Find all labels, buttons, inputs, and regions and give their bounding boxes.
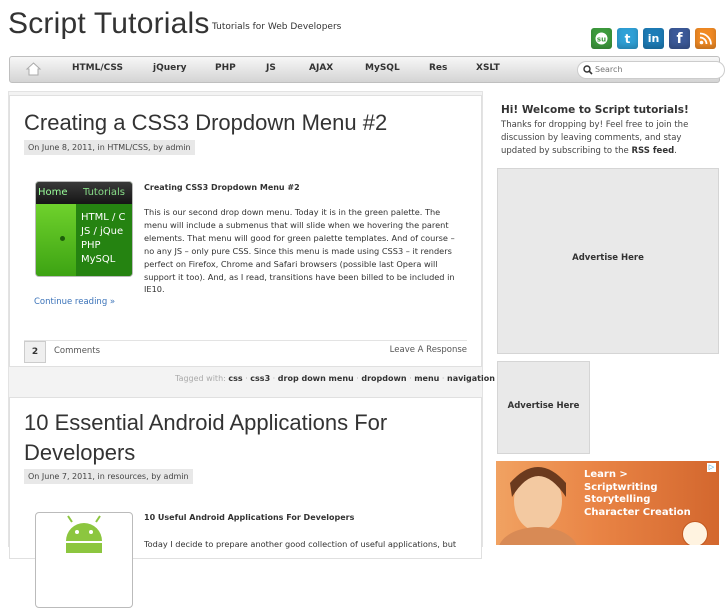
thumb-dot <box>60 236 65 241</box>
thumb-side <box>36 204 76 276</box>
thumb-menu-item: HTML / C <box>81 212 126 223</box>
advertise-box-large[interactable]: Advertise Here <box>497 168 719 354</box>
nav-item-res[interactable]: Res <box>429 63 447 73</box>
nav-item-js[interactable]: JS <box>266 63 276 73</box>
thumb-menu: HTML / C JS / jQue PHP MySQL <box>76 204 132 276</box>
search-box <box>577 61 725 79</box>
site-title[interactable]: Script Tutorials <box>8 7 210 41</box>
android-icon <box>66 515 102 555</box>
tag-link[interactable]: drop down menu <box>278 374 354 383</box>
social-icons: su t in f <box>586 28 716 49</box>
thumb-tutorials: Tutorials <box>83 187 125 198</box>
thumb-home: Home <box>38 187 68 198</box>
site-tagline: Tutorials for Web Developers <box>212 22 342 32</box>
thumb-menu-item: MySQL <box>81 254 116 265</box>
promo-badge <box>682 521 708 545</box>
nav-item-ajax[interactable]: AJAX <box>309 63 333 73</box>
search-input[interactable] <box>595 63 715 76</box>
post-meta: On June 7, 2011, in resources, by admin <box>24 469 193 484</box>
stumbleupon-icon[interactable]: su <box>591 28 612 49</box>
post-title[interactable]: 10 Essential Android Applications For De… <box>24 408 387 468</box>
sidebar-welcome-text: Thanks for dropping by! Feel free to joi… <box>501 120 689 156</box>
excerpt-title: Creating CSS3 Dropdown Menu #2 <box>144 183 300 192</box>
post-title-line: Developers <box>24 440 136 465</box>
nav-item-php[interactable]: PHP <box>215 63 236 73</box>
post-tags: Tagged with: css · css3 · drop down menu… <box>175 374 495 383</box>
excerpt-title: 10 Useful Android Applications For Devel… <box>144 513 355 522</box>
sidebar-welcome-title: Hi! Welcome to Script tutorials! <box>501 104 689 116</box>
adchoices-icon[interactable]: ▷ <box>707 463 716 472</box>
home-icon[interactable] <box>25 61 42 78</box>
svg-text:su: su <box>597 36 606 44</box>
post-title[interactable]: Creating a CSS3 Dropdown Menu #2 <box>24 108 387 138</box>
tag-link[interactable]: menu <box>414 374 439 383</box>
tag-link[interactable]: css <box>228 374 242 383</box>
post-thumbnail[interactable] <box>35 512 133 608</box>
post-excerpt: This is our second drop down menu. Today… <box>144 207 455 295</box>
main-nav: HTML/CSS jQuery PHP JS AJAX MySQL Res XS… <box>9 56 725 83</box>
post-excerpt: Today I decide to prepare another good c… <box>144 539 457 549</box>
search-icon[interactable] <box>583 65 593 75</box>
rss-feed-link[interactable]: RSS feed <box>631 146 674 156</box>
twitter-icon[interactable]: t <box>617 28 638 49</box>
advertise-label: Advertise Here <box>572 253 644 263</box>
post-card: Creating a CSS3 Dropdown Menu #2 On June… <box>9 95 482 367</box>
nav-item-htmlcss[interactable]: HTML/CSS <box>72 63 123 73</box>
tag-link[interactable]: dropdown <box>361 374 406 383</box>
advertise-label: Advertise Here <box>507 401 580 411</box>
nav-item-mysql[interactable]: MySQL <box>365 63 400 73</box>
post-title-line: 10 Essential Android Applications For <box>24 410 388 435</box>
post-thumbnail[interactable]: Home Tutorials HTML / C JS / jQue PHP My… <box>35 181 133 277</box>
leave-response-link[interactable]: Leave A Response <box>390 345 467 355</box>
thumb-menu-item: PHP <box>81 240 101 251</box>
tag-link[interactable]: css3 <box>250 374 270 383</box>
promo-portrait <box>499 467 577 545</box>
facebook-icon[interactable]: f <box>669 28 690 49</box>
comments-bar: 2 Comments Leave A Response <box>24 340 467 363</box>
post-meta: On June 8, 2011, in HTML/CSS, by admin <box>24 140 195 155</box>
continue-reading-link[interactable]: Continue reading » <box>34 297 115 307</box>
comments-link[interactable]: Comments <box>54 346 100 356</box>
nav-item-jquery[interactable]: jQuery <box>153 63 187 73</box>
thumb-topbar: Home Tutorials <box>36 182 132 204</box>
tag-link[interactable]: navigation <box>447 374 495 383</box>
thumb-menu-item: JS / jQue <box>81 226 124 237</box>
advertise-box-small[interactable]: Advertise Here <box>497 361 590 454</box>
promo-text: Learn > Scriptwriting Storytelling Chara… <box>584 469 691 518</box>
rss-icon[interactable] <box>695 28 716 49</box>
nav-item-xslt[interactable]: XSLT <box>476 63 500 73</box>
tags-prefix: Tagged with: <box>175 374 226 383</box>
post-card: 10 Essential Android Applications For De… <box>9 397 482 608</box>
promo-banner[interactable]: Learn > Scriptwriting Storytelling Chara… <box>496 461 719 545</box>
linkedin-icon[interactable]: in <box>643 28 664 49</box>
comment-count-badge[interactable]: 2 <box>24 341 46 363</box>
